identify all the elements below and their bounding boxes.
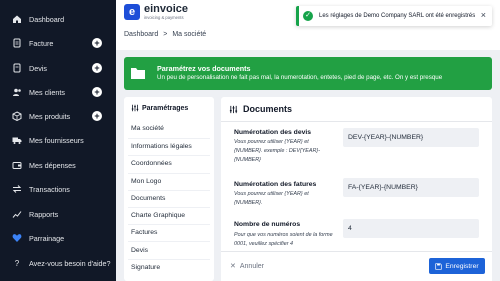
sliders-icon bbox=[229, 105, 238, 113]
heart-icon bbox=[12, 233, 22, 243]
nav-mes-fournisseurs[interactable]: Mes fournisseurs bbox=[0, 130, 116, 150]
settings-item-documents[interactable]: Documents bbox=[131, 195, 165, 202]
help-icon: ? bbox=[12, 258, 22, 268]
quote-numbering-help: Vous pourrez utiliser {YEAR} et {NUMBER}… bbox=[234, 139, 320, 163]
nav-label: Mes clients bbox=[29, 87, 65, 97]
nav-label: Avez-vous besoin d'aide? bbox=[29, 258, 111, 268]
settings-title-text: Paramétrages bbox=[142, 104, 189, 112]
number-digits-help: Pour que vos numéros soient de la forme … bbox=[234, 232, 333, 247]
number-digits-label: Nombre de numéros bbox=[234, 221, 301, 228]
chart-icon bbox=[12, 209, 22, 219]
check-icon: ✓ bbox=[303, 11, 313, 21]
nav-label: Mes dépenses bbox=[29, 160, 76, 170]
wallet-icon bbox=[12, 160, 22, 170]
document-icon bbox=[12, 38, 22, 48]
settings-menu: Paramétrages Ma société Informations lég… bbox=[124, 97, 214, 281]
nav-label: Transactions bbox=[29, 184, 70, 194]
settings-item-informations-legales[interactable]: Informations légales bbox=[131, 143, 192, 150]
logo-name: einvoice bbox=[144, 3, 189, 15]
invoice-numbering-input[interactable]: FA-{YEAR}-{NUMBER} bbox=[343, 178, 479, 197]
nav-label: Parrainage bbox=[29, 233, 65, 243]
nav-mes-produits[interactable]: Mes produits + bbox=[0, 106, 116, 126]
invoice-numbering-help: Vous pourrez utiliser {YEAR} et {NUMBER}… bbox=[234, 191, 309, 206]
transactions-icon bbox=[12, 184, 22, 194]
sliders-icon bbox=[131, 104, 139, 112]
settings-item-ma-societe[interactable]: Ma société bbox=[131, 125, 164, 132]
settings-title: Paramétrages bbox=[131, 104, 188, 112]
logo-tagline: invoicing & payments bbox=[144, 15, 184, 20]
add-facture-button[interactable]: + bbox=[92, 38, 102, 48]
documents-header: Documents bbox=[229, 104, 292, 114]
cancel-button[interactable]: ✕ Annuler bbox=[230, 262, 265, 271]
nav-devis[interactable]: Devis + bbox=[0, 58, 116, 78]
banner-text: Un peu de personalisation ne fait pas ma… bbox=[157, 74, 443, 81]
nav-rapports[interactable]: Rapports bbox=[0, 204, 116, 224]
nav-mes-depenses[interactable]: Mes dépenses bbox=[0, 155, 116, 175]
nav-transactions[interactable]: Transactions bbox=[0, 179, 116, 199]
documents-title: Documents bbox=[243, 104, 293, 114]
nav-label: Mes fournisseurs bbox=[29, 135, 84, 145]
folder-icon bbox=[131, 68, 145, 79]
nav-aide[interactable]: ? Avez-vous besoin d'aide? bbox=[0, 253, 116, 273]
box-icon bbox=[12, 111, 22, 121]
form-footer: ✕ Annuler Enregistrer bbox=[221, 251, 492, 281]
breadcrumb: Dashboard > Ma société bbox=[124, 31, 206, 38]
nav-label: Rapports bbox=[29, 209, 59, 219]
nav-label: Facture bbox=[29, 38, 54, 48]
quote-numbering-input[interactable]: DEV-{YEAR}-{NUMBER} bbox=[343, 128, 479, 147]
breadcrumb-current: Ma société bbox=[172, 31, 207, 38]
close-icon[interactable]: × bbox=[481, 10, 486, 20]
nav-label: Dashboard bbox=[29, 14, 65, 24]
toast-message: Les réglages de Demo Company SARL ont ét… bbox=[319, 13, 476, 19]
add-produit-button[interactable]: + bbox=[92, 111, 102, 121]
nav-facture[interactable]: Facture + bbox=[0, 33, 116, 53]
number-digits-input[interactable]: 4 bbox=[343, 219, 479, 238]
settings-item-mon-logo[interactable]: Mon Logo bbox=[131, 178, 161, 185]
sidebar: Dashboard Facture + Devis + Mes clients … bbox=[0, 0, 116, 281]
add-devis-button[interactable]: + bbox=[92, 63, 102, 73]
settings-item-devis[interactable]: Devis bbox=[131, 247, 148, 254]
nav-dashboard[interactable]: Dashboard bbox=[0, 9, 116, 29]
document-icon bbox=[12, 63, 22, 73]
nav-label: Devis bbox=[29, 63, 47, 73]
users-icon bbox=[12, 87, 22, 97]
save-icon bbox=[435, 262, 443, 270]
save-button[interactable]: Enregistrer bbox=[429, 258, 485, 274]
logo-icon: e bbox=[124, 4, 140, 20]
settings-item-charte-graphique[interactable]: Charte Graphique bbox=[131, 212, 185, 219]
nav-parrainage[interactable]: Parrainage bbox=[0, 228, 116, 248]
settings-item-signature[interactable]: Signature bbox=[131, 264, 160, 271]
save-label: Enregistrer bbox=[445, 262, 479, 270]
breadcrumb-dashboard[interactable]: Dashboard bbox=[124, 31, 158, 38]
add-client-button[interactable]: + bbox=[92, 87, 102, 97]
success-toast: ✓ Les réglages de Demo Company SARL ont … bbox=[296, 6, 492, 26]
settings-item-coordonnees[interactable]: Coordonnées bbox=[131, 160, 172, 167]
invoice-numbering-label: Numérotation des fatures bbox=[234, 181, 317, 188]
quote-numbering-label: Numérotation des devis bbox=[234, 129, 312, 136]
breadcrumb-separator: > bbox=[163, 31, 168, 38]
settings-item-factures[interactable]: Factures bbox=[131, 229, 157, 236]
home-icon bbox=[12, 14, 22, 24]
close-icon: ✕ bbox=[230, 263, 236, 270]
nav-label: Mes produits bbox=[29, 111, 71, 121]
app-logo[interactable]: e einvoice invoicing & payments bbox=[124, 4, 188, 20]
svg-text:?: ? bbox=[15, 259, 20, 268]
nav-mes-clients[interactable]: Mes clients + bbox=[0, 82, 116, 102]
truck-icon bbox=[12, 135, 22, 145]
banner-title: Paramétrez vos documents bbox=[157, 64, 251, 73]
info-banner: Paramétrez vos documents Un peu de perso… bbox=[124, 57, 492, 90]
cancel-label: Annuler bbox=[239, 262, 265, 270]
